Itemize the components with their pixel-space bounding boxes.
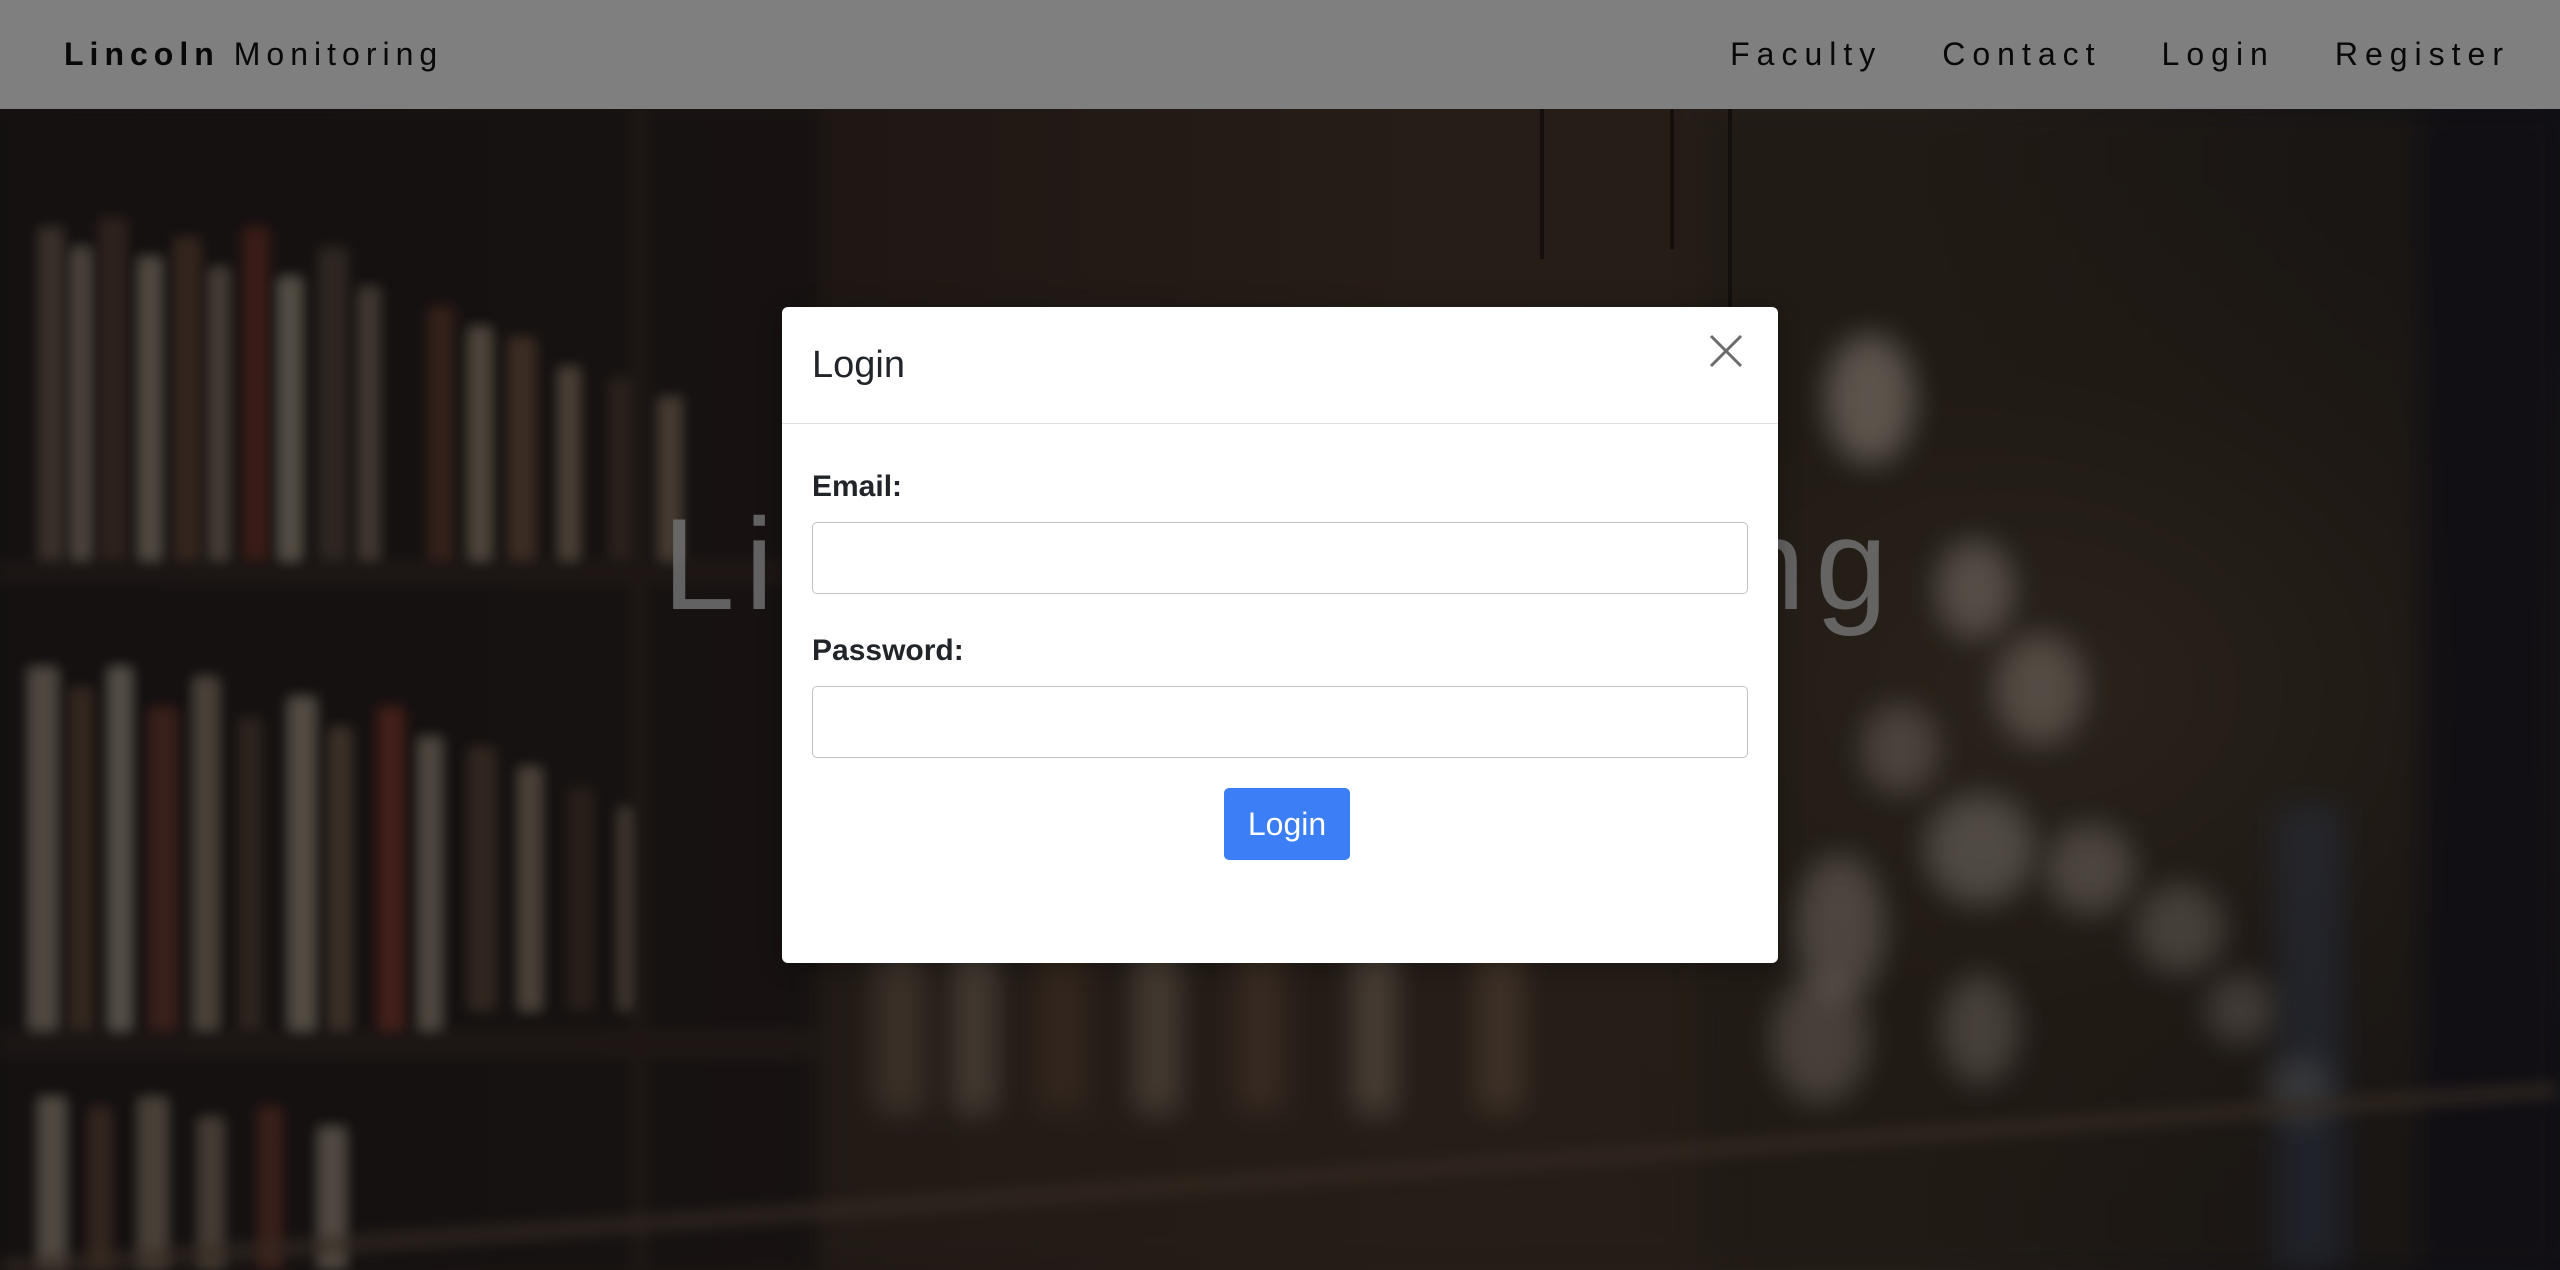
login-modal: Login Email: Password: Login [782, 307, 1778, 963]
password-group: Password: [812, 634, 1748, 758]
login-form: Email: Password: Login [812, 470, 1748, 860]
email-field[interactable] [812, 522, 1748, 594]
password-field[interactable] [812, 686, 1748, 758]
close-icon [1709, 334, 1743, 368]
close-button[interactable] [1702, 327, 1750, 375]
modal-title: Login [812, 343, 905, 386]
email-label: Email: [812, 470, 903, 503]
password-label: Password: [812, 634, 964, 667]
modal-header: Login [782, 307, 1778, 424]
modal-body: Email: Password: Login [782, 424, 1778, 860]
submit-wrapper: Login [812, 788, 1748, 860]
email-group: Email: [812, 470, 1748, 594]
login-submit-button[interactable]: Login [1223, 788, 1351, 860]
